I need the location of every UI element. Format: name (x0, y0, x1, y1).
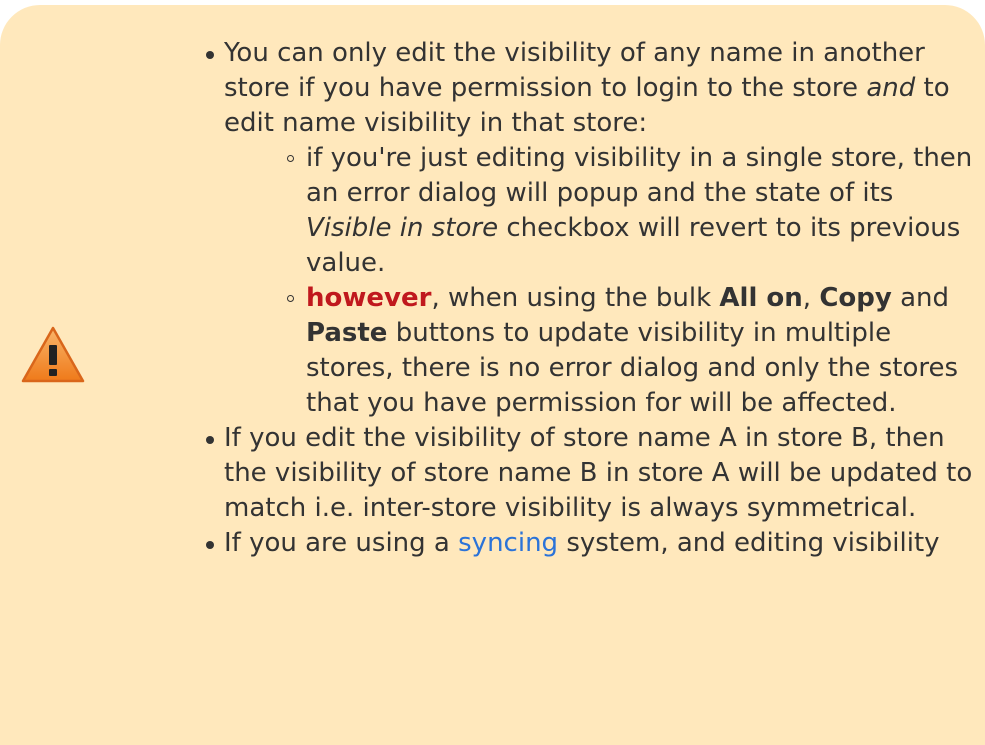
item-text: If you are using a (224, 528, 459, 558)
bullet-icon (206, 51, 214, 59)
item-text: and (891, 283, 950, 313)
item-text: If you edit the visibility of store name… (224, 423, 973, 523)
item-text: if you're just editing visibility in a s… (306, 143, 973, 208)
list-item: You can only edit the visibility of any … (206, 36, 976, 421)
bullet-icon (206, 436, 214, 444)
item-text: buttons to update visibility in multiple… (306, 318, 959, 418)
button-name-copy: Copy (819, 283, 892, 313)
highlight-text: however (306, 283, 432, 313)
item-text: system, and editing visibility (558, 528, 940, 558)
circle-bullet-icon (287, 155, 294, 162)
sub-list-item: however, when using the bulk All on, Cop… (287, 281, 976, 421)
item-text: , (802, 283, 820, 313)
note-content: You can only edit the visibility of any … (206, 36, 976, 561)
warning-note: You can only edit the visibility of any … (0, 5, 985, 745)
button-name-paste: Paste (306, 318, 388, 348)
item-text: , when using the bulk (431, 283, 720, 313)
circle-bullet-icon (287, 295, 294, 302)
list-item: If you are using a syncing system, and e… (206, 526, 976, 561)
bullet-icon (206, 541, 214, 549)
item-emphasis: and (866, 73, 916, 103)
list-item: If you edit the visibility of store name… (206, 421, 976, 526)
button-name-all-on: All on (719, 283, 803, 313)
item-text: You can only edit the visibility of any … (224, 38, 925, 103)
syncing-link[interactable]: syncing (458, 528, 558, 558)
item-emphasis: Visible in store (306, 213, 499, 243)
warning-icon (21, 326, 85, 383)
sub-list-item: if you're just editing visibility in a s… (287, 141, 976, 281)
